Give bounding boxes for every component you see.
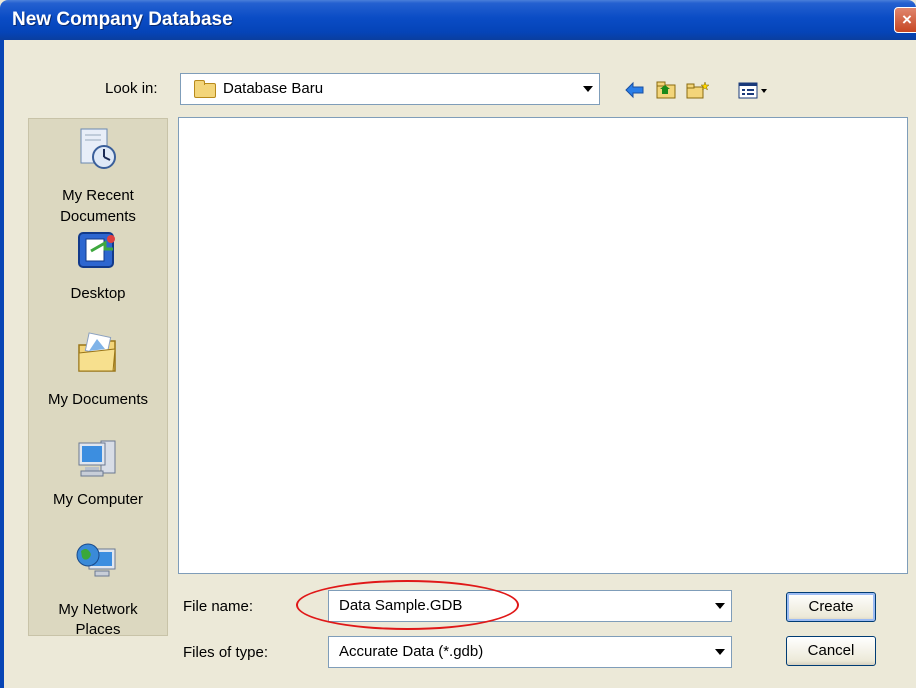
- back-icon[interactable]: [624, 80, 646, 100]
- view-menu-icon[interactable]: [737, 80, 771, 100]
- title-bar[interactable]: New Company Database ×: [0, 0, 916, 40]
- places-bar: My Recent Documents Desktop My Documents: [28, 118, 168, 638]
- dialog-title: New Company Database: [12, 9, 233, 30]
- window-border-left: [0, 40, 4, 688]
- new-folder-icon[interactable]: [685, 80, 711, 100]
- place-label: My Recent: [62, 187, 134, 204]
- look-in-label: Look in:: [105, 80, 158, 97]
- file-type-label: Files of type:: [183, 644, 269, 661]
- file-name-input[interactable]: Data Sample.GDB: [328, 590, 732, 622]
- place-label: Places: [75, 621, 121, 638]
- cancel-button[interactable]: Cancel: [786, 636, 876, 666]
- look-in-dropdown[interactable]: Database Baru: [180, 73, 600, 105]
- chevron-down-icon[interactable]: [709, 637, 731, 667]
- place-label: My Documents: [47, 391, 149, 408]
- place-label: Documents: [60, 208, 136, 225]
- chevron-down-icon[interactable]: [709, 591, 731, 621]
- my-computer-icon: [78, 440, 116, 477]
- network-places-icon: [76, 543, 116, 577]
- place-label: My Computer: [52, 491, 144, 508]
- chevron-down-icon[interactable]: [577, 74, 599, 104]
- file-type-value: Accurate Data (*.gdb): [339, 643, 484, 660]
- file-name-value[interactable]: Data Sample.GDB: [339, 597, 462, 614]
- place-label: Desktop: [70, 285, 126, 302]
- recent-documents-icon: [80, 128, 116, 169]
- file-type-dropdown[interactable]: Accurate Data (*.gdb): [328, 636, 732, 668]
- file-name-label: File name:: [183, 598, 254, 615]
- create-button[interactable]: Create: [786, 592, 876, 622]
- close-icon[interactable]: ×: [894, 7, 916, 33]
- dialog-window: New Company Database × Look in: Database…: [0, 0, 916, 688]
- look-in-value: Database Baru: [223, 80, 324, 97]
- folder-icon: [194, 80, 216, 98]
- file-list-view[interactable]: [178, 117, 908, 574]
- my-documents-icon: [78, 332, 116, 372]
- up-folder-icon[interactable]: [655, 80, 677, 100]
- desktop-icon: [78, 232, 115, 268]
- place-label: My Network: [58, 601, 138, 618]
